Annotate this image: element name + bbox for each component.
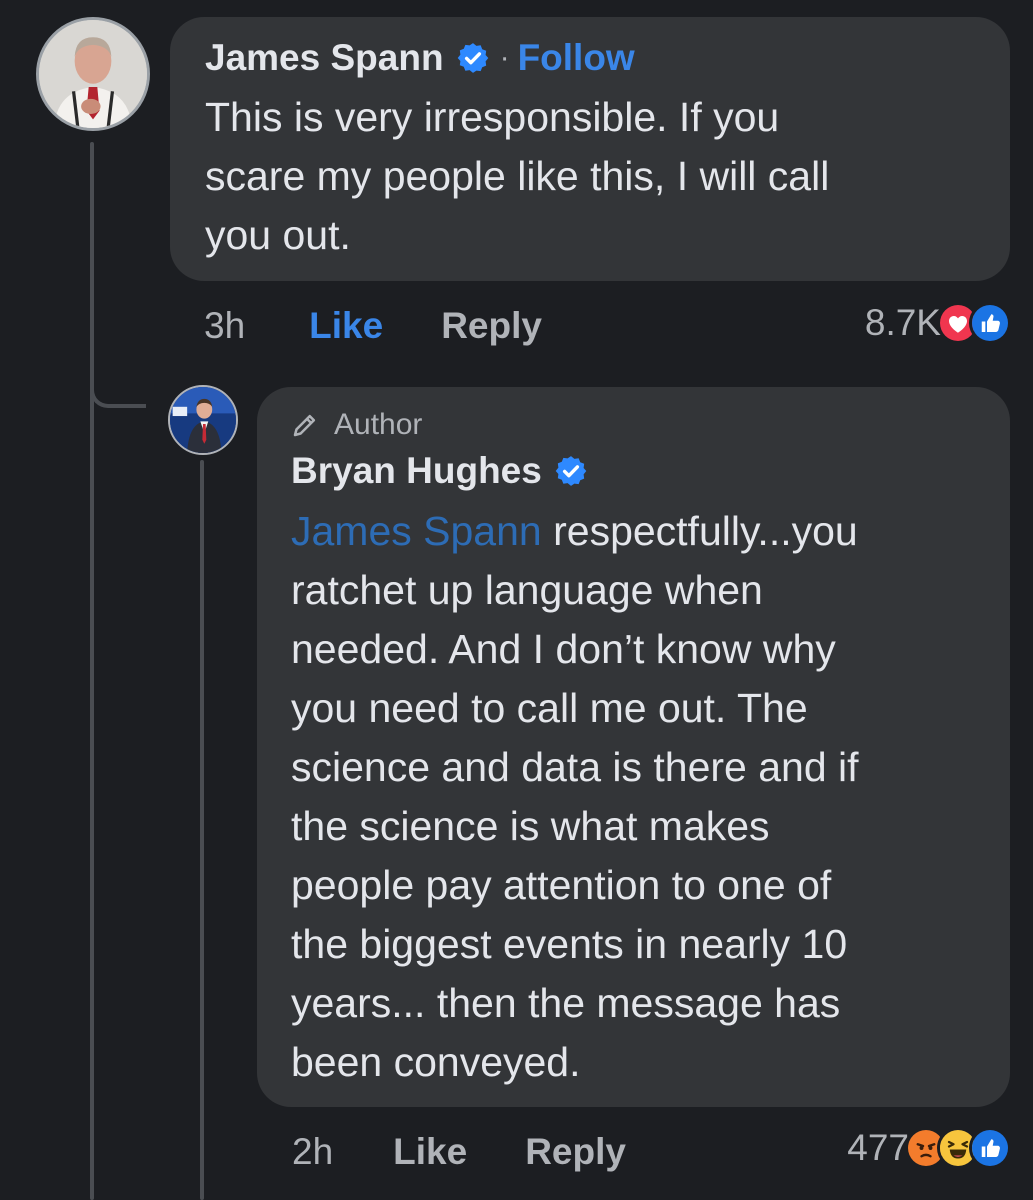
comment-line: James Spann respectfully...you <box>291 502 859 561</box>
reaction-summary[interactable]: 477 <box>847 1127 1011 1169</box>
separator-dot: · <box>499 41 510 74</box>
timestamp[interactable]: 3h <box>204 305 245 347</box>
comment-line: people pay attention to one of <box>291 862 832 908</box>
comment-line: needed. And I don’t know why <box>291 626 836 672</box>
mention-link[interactable]: James Spann <box>291 508 542 554</box>
reply-button[interactable]: Reply <box>441 305 542 347</box>
like-icon <box>969 1127 1011 1169</box>
author-label: Author <box>334 408 423 441</box>
verified-badge-icon <box>554 454 588 488</box>
comment-line: This is very irresponsible. If you <box>205 94 780 140</box>
reaction-count: 8.7K <box>864 302 941 343</box>
reply-connector <box>90 360 146 408</box>
comment-line: been conveyed. <box>291 1039 581 1085</box>
comment-header: Bryan Hughes <box>291 450 588 492</box>
commenter-name[interactable]: Bryan Hughes <box>291 450 542 492</box>
avatar[interactable] <box>36 17 150 131</box>
like-button[interactable]: Like <box>393 1131 467 1173</box>
commenter-name[interactable]: James Spann <box>205 37 444 79</box>
comment-line: years... then the message has <box>291 980 841 1026</box>
like-button[interactable]: Like <box>309 305 383 347</box>
comment-line: ratchet up language when <box>291 567 763 613</box>
comment-header: James Spann · Follow <box>205 37 635 79</box>
pencil-icon <box>290 410 320 440</box>
author-badge: Author <box>290 408 422 442</box>
comment-line: scare my people like this, I will call <box>205 153 830 199</box>
comment-line: you need to call me out. The <box>291 685 808 731</box>
comment-thread: James Spann · Follow This is very irresp… <box>0 0 1033 1200</box>
comment-actions: 2h Like Reply <box>292 1131 626 1173</box>
reaction-count: 477 <box>847 1127 909 1168</box>
reply-thread-line <box>200 460 204 1200</box>
like-icon <box>969 302 1011 344</box>
comment-actions: 3h Like Reply <box>204 305 542 347</box>
follow-button[interactable]: Follow <box>518 37 635 79</box>
comment-line: science and data is there and if <box>291 744 859 790</box>
reaction-summary[interactable]: 8.7K <box>865 302 1011 344</box>
comment-line: the biggest events in nearly 10 <box>291 921 848 967</box>
timestamp[interactable]: 2h <box>292 1131 333 1173</box>
comment-line: the science is what makes <box>291 803 770 849</box>
thread-line <box>90 142 94 1200</box>
verified-badge-icon <box>456 41 490 75</box>
comment-text: This is very irresponsible. If you scare… <box>205 88 829 265</box>
comment-line: you out. <box>205 212 351 258</box>
comment-line-rest: respectfully...you <box>541 508 858 554</box>
reply-button[interactable]: Reply <box>525 1131 626 1173</box>
comment-text: James Spann respectfully...you ratchet u… <box>291 502 859 1092</box>
avatar[interactable] <box>168 385 238 455</box>
